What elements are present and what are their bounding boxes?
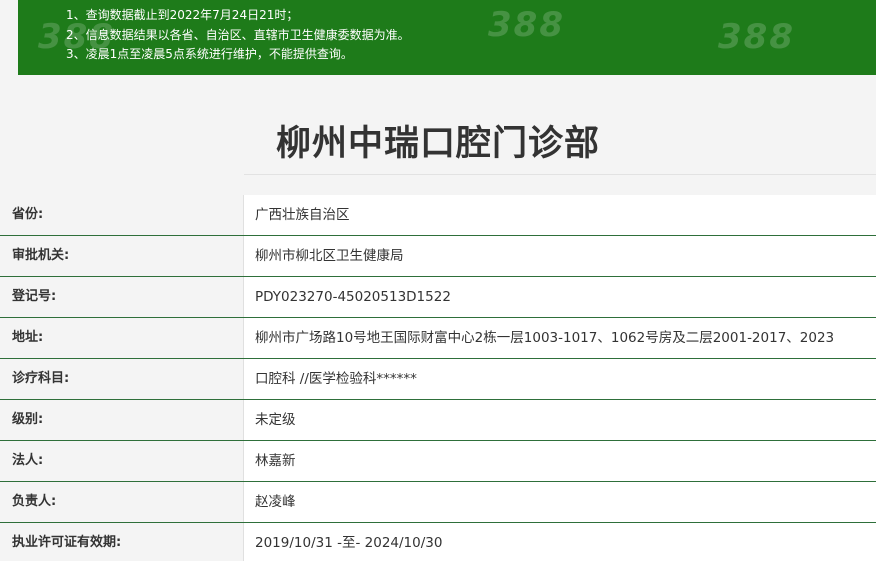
title-area: 柳州中瑞口腔门诊部 [0, 75, 876, 175]
notice-item: 2、信息数据结果以各省、自治区、直辖市卫生健康委数据为准。 [66, 27, 410, 42]
departments-value: 口腔科 //医学检验科****** [244, 359, 876, 400]
legal-person-label: 法人: [0, 441, 244, 482]
table-row: 登记号: PDY023270-45020513D1522 [0, 277, 876, 318]
notice-item: 3、凌晨1点至凌晨5点系统进行维护，不能提供查询。 [66, 47, 353, 61]
registration-number-label: 登记号: [0, 277, 244, 318]
table-row: 省份: 广西壮族自治区 [0, 195, 876, 236]
level-value: 未定级 [244, 400, 876, 441]
license-validity-label: 执业许可证有效期: [0, 523, 244, 561]
page-title: 柳州中瑞口腔门诊部 [275, 124, 600, 164]
notice-banner: 388 388 388 1、查询数据截止到2022年7月24日21时； 2、信息… [18, 0, 876, 75]
divider [244, 174, 876, 175]
address-label: 地址: [0, 318, 244, 359]
notice-item: 1、查询数据截止到2022年7月24日21时； [66, 8, 299, 22]
table-row: 级别: 未定级 [0, 400, 876, 441]
table-row: 审批机关: 柳州市柳北区卫生健康局 [0, 236, 876, 277]
registration-number-value: PDY023270-45020513D1522 [244, 277, 876, 318]
province-value: 广西壮族自治区 [244, 195, 876, 236]
license-validity-value: 2019/10/31 -至- 2024/10/30 [244, 523, 876, 561]
approval-authority-value: 柳州市柳北区卫生健康局 [244, 236, 876, 277]
address-value: 柳州市广场路10号地王国际财富中心2栋一层1003-1017、1062号房及二层… [244, 318, 876, 359]
table-row: 负责人: 赵凌峰 [0, 482, 876, 523]
province-label: 省份: [0, 195, 244, 236]
table-row: 诊疗科目: 口腔科 //医学检验科****** [0, 359, 876, 400]
table-row: 法人: 林嘉新 [0, 441, 876, 482]
person-in-charge-value: 赵凌峰 [244, 482, 876, 523]
table-row: 地址: 柳州市广场路10号地王国际财富中心2栋一层1003-1017、1062号… [0, 318, 876, 359]
departments-label: 诊疗科目: [0, 359, 244, 400]
notice-list: 1、查询数据截止到2022年7月24日21时； 2、信息数据结果以各省、自治区、… [66, 6, 876, 65]
detail-table: 省份: 广西壮族自治区 审批机关: 柳州市柳北区卫生健康局 登记号: PDY02… [0, 195, 876, 561]
legal-person-value: 林嘉新 [244, 441, 876, 482]
person-in-charge-label: 负责人: [0, 482, 244, 523]
level-label: 级别: [0, 400, 244, 441]
table-row: 执业许可证有效期: 2019/10/31 -至- 2024/10/30 [0, 523, 876, 561]
approval-authority-label: 审批机关: [0, 236, 244, 277]
